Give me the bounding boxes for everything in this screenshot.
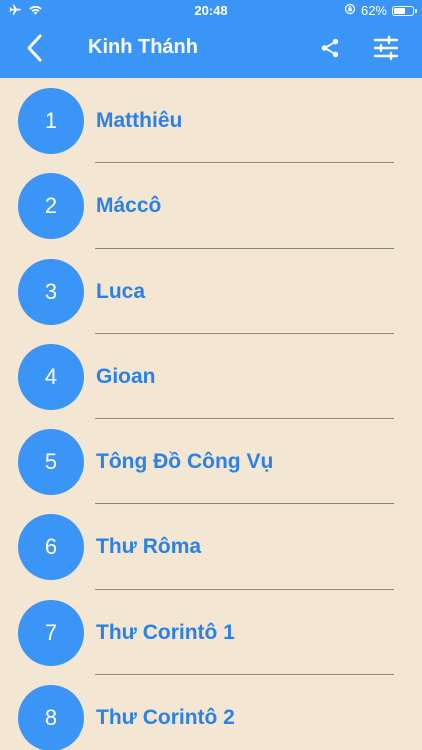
battery-level [394,7,405,14]
back-chevron-icon [25,33,43,68]
nav-bar: Kinh Thánh [0,22,422,78]
book-name: Máccô [96,194,162,218]
book-name: Thư Corintô 2 [96,706,235,730]
list-item[interactable]: 7 Thư Corintô 1 [0,590,422,676]
book-name: Thư Corintô 1 [96,620,235,644]
book-number-badge: 7 [18,599,84,666]
list-item[interactable]: 2 Máccô [0,163,422,249]
book-name: Luca [96,279,146,303]
app-header: 20:48 62% Kinh Thánh [0,0,422,78]
book-number-badge: 6 [18,514,84,581]
book-name: Gioan [96,364,156,388]
list-item[interactable]: 6 Thư Rôma [0,504,422,590]
status-right: 62% [344,3,417,18]
book-list: 1 Matthiêu 2 Máccô 3 Luca 4 Gioan 5 Tông… [0,78,422,750]
orientation-lock-icon [344,3,356,18]
battery-percent: 62% [360,3,387,18]
book-name: Matthiêu [96,109,183,132]
list-item[interactable]: 1 Matthiêu [0,78,422,164]
book-number-badge: 3 [18,258,84,325]
list-item[interactable]: 8 Thư Corintô 2 [0,675,422,750]
book-number-badge: 5 [18,429,84,496]
list-item[interactable]: 5 Tông Đồ Công Vụ [0,419,422,505]
sliders-icon [372,34,400,67]
book-name: Thư Rôma [96,535,202,559]
share-button[interactable] [316,36,344,64]
back-button[interactable] [18,34,50,66]
book-name: Tông Đồ Công Vụ [96,450,274,474]
page-title: Kinh Thánh [88,36,198,58]
status-bar: 20:48 62% [0,0,422,22]
book-number-badge: 2 [18,173,84,240]
share-icon [319,37,341,64]
book-number-badge: 4 [18,343,84,410]
settings-button[interactable] [370,34,402,66]
book-number-badge: 8 [18,685,84,750]
list-item[interactable]: 3 Luca [0,249,422,334]
list-item[interactable]: 4 Gioan [0,334,422,420]
battery-icon [392,5,417,16]
book-number-badge: 1 [18,88,84,154]
